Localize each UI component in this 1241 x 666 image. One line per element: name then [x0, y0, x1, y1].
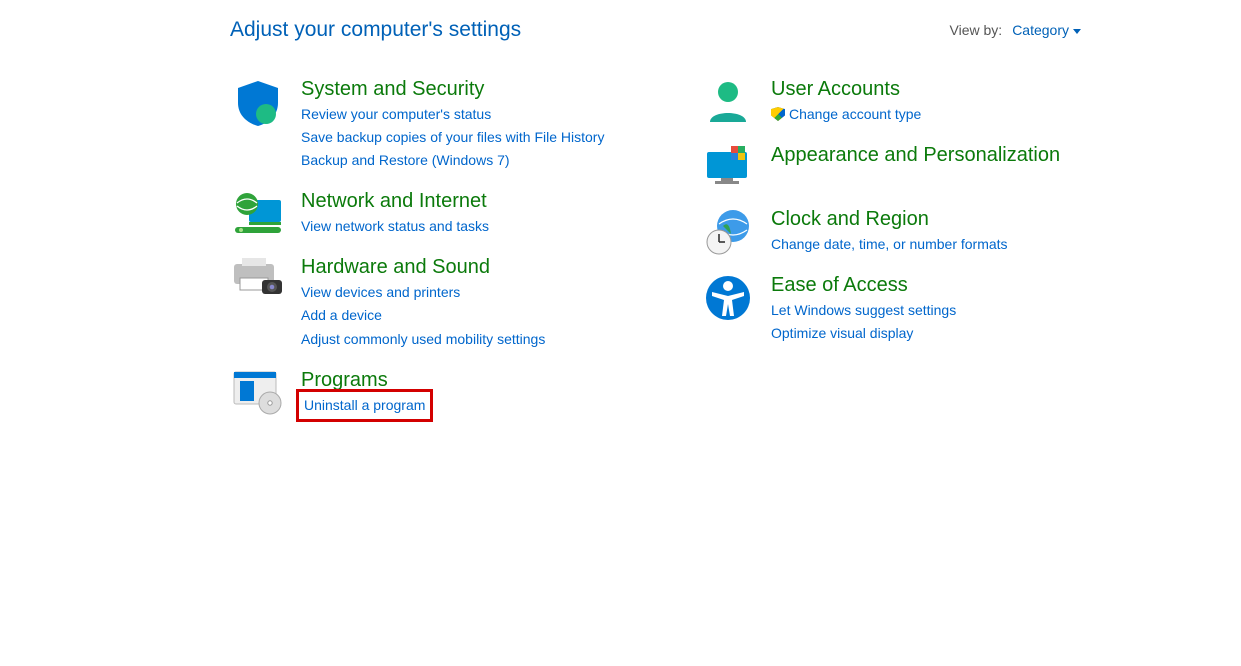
column-right: User Accounts Change account type: [700, 78, 1080, 435]
link-optimize-display[interactable]: Optimize visual display: [771, 322, 956, 345]
category-clock-region: Clock and Region Change date, time, or n…: [700, 208, 1080, 256]
category-system-security: System and Security Review your computer…: [230, 78, 630, 172]
viewby-control[interactable]: View by: Category: [950, 22, 1081, 38]
category-title[interactable]: Ease of Access: [771, 274, 956, 297]
link-date-time-formats[interactable]: Change date, time, or number formats: [771, 233, 1008, 256]
header: Adjust your computer's settings View by:…: [230, 18, 1081, 42]
link-suggest-settings[interactable]: Let Windows suggest settings: [771, 299, 956, 322]
link-add-device[interactable]: Add a device: [301, 304, 545, 327]
category-hardware-sound: Hardware and Sound View devices and prin…: [230, 256, 630, 350]
highlight-box: Uninstall a program: [301, 394, 428, 417]
category-appearance: Appearance and Personalization: [700, 144, 1080, 190]
monitor-colors-icon: [700, 144, 756, 190]
user-icon: [700, 78, 756, 126]
category-title[interactable]: Hardware and Sound: [301, 256, 545, 279]
link-mobility[interactable]: Adjust commonly used mobility settings: [301, 328, 545, 351]
link-backup-win7[interactable]: Backup and Restore (Windows 7): [301, 149, 604, 172]
control-panel-page: Adjust your computer's settings View by:…: [0, 0, 1241, 435]
link-network-status[interactable]: View network status and tasks: [301, 215, 489, 238]
category-network-internet: Network and Internet View network status…: [230, 190, 630, 238]
link-review-status[interactable]: Review your computer's status: [301, 103, 604, 126]
link-file-history[interactable]: Save backup copies of your files with Fi…: [301, 126, 604, 149]
shield-icon: [230, 78, 286, 128]
link-devices-printers[interactable]: View devices and printers: [301, 281, 545, 304]
column-left: System and Security Review your computer…: [230, 78, 630, 435]
category-title[interactable]: User Accounts: [771, 78, 921, 101]
category-programs: Programs Uninstall a program: [230, 369, 630, 417]
category-title[interactable]: Appearance and Personalization: [771, 144, 1060, 167]
page-title: Adjust your computer's settings: [230, 18, 521, 42]
accessibility-icon: [700, 274, 756, 322]
category-title[interactable]: Programs: [301, 369, 428, 392]
category-columns: System and Security Review your computer…: [230, 78, 1081, 435]
chevron-down-icon: [1073, 29, 1081, 34]
link-change-account-type[interactable]: Change account type: [771, 103, 921, 126]
disc-window-icon: [230, 369, 286, 415]
clock-globe-icon: [700, 208, 756, 256]
viewby-label: View by:: [950, 22, 1003, 38]
category-title[interactable]: System and Security: [301, 78, 604, 101]
category-user-accounts: User Accounts Change account type: [700, 78, 1080, 126]
globe-monitor-icon: [230, 190, 286, 236]
category-title[interactable]: Clock and Region: [771, 208, 1008, 231]
category-ease-of-access: Ease of Access Let Windows suggest setti…: [700, 274, 1080, 345]
printer-camera-icon: [230, 256, 286, 300]
category-title[interactable]: Network and Internet: [301, 190, 489, 213]
viewby-value[interactable]: Category: [1012, 22, 1081, 38]
link-uninstall-program[interactable]: Uninstall a program: [304, 397, 425, 413]
